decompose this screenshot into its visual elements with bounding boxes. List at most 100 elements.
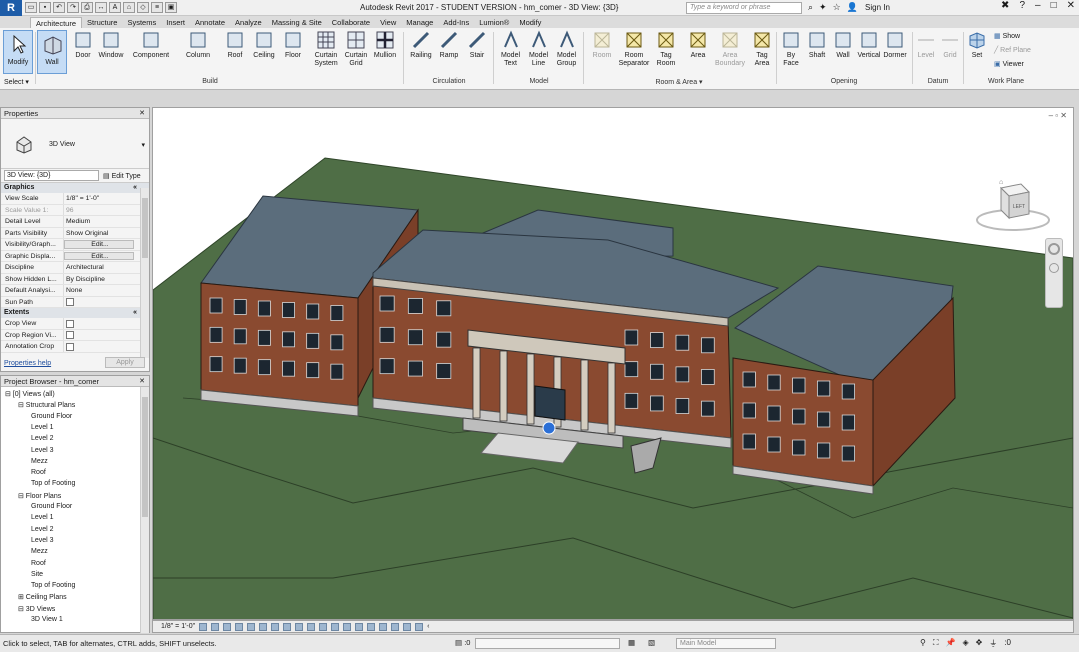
filter-icon[interactable]: ⏚ [989,638,997,649]
area-button[interactable]: Area [682,30,714,76]
tab-insert[interactable]: Insert [161,17,190,28]
maximize-icon[interactable]: □ [1051,0,1057,11]
close-icon[interactable]: ✕ [139,376,145,387]
exploded-view-icon[interactable] [415,622,424,631]
modify-button[interactable]: Modify [3,30,33,74]
sun-path-icon[interactable] [223,622,232,631]
navigation-bar[interactable] [1045,238,1063,308]
analytical-model-icon[interactable] [331,622,340,631]
tree-item[interactable]: ⊟ Structural Plans [18,401,75,409]
tree-item[interactable]: 3D View 1 [31,616,63,623]
temporary-hide-icon[interactable] [295,622,304,631]
close-hidden-icon[interactable]: ▣ [165,2,177,13]
area-boundary-button[interactable]: Area Boundary [714,30,746,76]
select-pinned-icon[interactable]: 📌 [945,638,955,649]
edit-type-button[interactable]: ▤ Edit Type [103,172,141,180]
apply-button[interactable]: Apply [105,357,145,368]
3d-viewport[interactable]: – ▫ ✕ LEFT ⌂ [152,107,1074,620]
view-scale[interactable]: 1/8" = 1'-0" [161,623,195,630]
crop-view-icon[interactable] [259,622,268,631]
tree-item[interactable]: Ground Floor [31,413,72,420]
model-group-button[interactable]: Model Group [553,30,580,76]
design-options-icon[interactable]: ▧ [648,638,655,647]
model-text-button[interactable]: Model Text [497,30,524,76]
tree-item[interactable]: Level 3 [31,537,54,544]
tab-systems[interactable]: Systems [122,17,161,28]
tab-view[interactable]: View [375,17,401,28]
design-option-dropdown[interactable]: Main Model [676,638,776,649]
edit-button[interactable]: Edit... [64,240,134,249]
edit-button[interactable]: Edit... [64,251,134,260]
show-crop-icon[interactable] [271,622,280,631]
dormer-opening-button[interactable]: Dormer [882,30,908,76]
section-extents[interactable]: Extents « [1,308,149,318]
viewcube[interactable]: LEFT ⌂ [973,178,1053,238]
tab-structure[interactable]: Structure [82,17,122,28]
expand-arrow-icon[interactable]: ‹ [427,623,429,630]
thin-lines-icon[interactable]: ≡ [151,2,163,13]
stair-button[interactable]: Stair [464,30,490,76]
select-by-face-icon[interactable]: ◈ [962,638,968,649]
shaft-opening-button[interactable]: Shaft [804,30,830,76]
tree-item[interactable]: ⊟ 3D Views [18,605,55,613]
open-icon[interactable]: ▭ [25,2,37,13]
show-button[interactable]: ▦ Show [994,32,1020,40]
save-icon[interactable]: ▪ [39,2,51,13]
survey-point-icon[interactable] [542,421,556,435]
active-workset-dropdown[interactable] [475,638,620,649]
help-icon[interactable]: ? [1019,0,1025,11]
close-icon[interactable]: ✕ [139,108,145,119]
render-icon[interactable] [247,622,256,631]
property-value[interactable]: By Discipline [64,274,134,285]
level-button[interactable]: Level [914,30,938,76]
drag-elements-icon[interactable]: ✥ [976,638,983,649]
column-button[interactable]: Column [180,30,216,76]
subscription-icon[interactable]: ✦ [819,2,827,13]
property-value[interactable]: Show Original [64,228,134,239]
tab-add-ins[interactable]: Add-Ins [438,17,474,28]
tree-item[interactable]: Top of Footing [31,480,75,487]
text-icon[interactable]: A [109,2,121,13]
binoculars-icon[interactable]: ⌕ [808,2,813,13]
hide-analytical-icon[interactable] [379,622,388,631]
visual-style-icon[interactable] [211,622,220,631]
worksets-icon[interactable]: ▤ [455,638,462,647]
user-icon[interactable]: 👤 [847,2,858,13]
tree-item[interactable]: Mezz [31,458,48,465]
tab-manage[interactable]: Manage [401,17,438,28]
browser-scrollbar[interactable] [140,387,149,633]
tree-item[interactable]: ⊟ Floor Plans [18,492,61,500]
search-input[interactable]: Type a keyword or phrase [686,2,802,14]
tab-analyze[interactable]: Analyze [230,17,267,28]
ceiling-button[interactable]: Ceiling [250,30,278,76]
tab-annotate[interactable]: Annotate [190,17,230,28]
redo-icon[interactable]: ↷ [67,2,79,13]
editable-only-icon[interactable]: ▦ [628,638,635,647]
properties-help-link[interactable]: Properties help [4,360,51,367]
property-value[interactable]: 1/8" = 1'-0" [64,193,134,204]
tree-item[interactable]: Roof [31,560,46,567]
window-button[interactable]: Window [96,30,126,76]
tree-item[interactable]: Ground Floor [31,503,72,510]
tree-item[interactable]: Roof [31,469,46,476]
property-checkbox[interactable] [66,331,74,339]
select-underlay-icon[interactable]: ⛶ [933,638,939,649]
tab-modify[interactable]: Modify [514,17,546,28]
floor-button[interactable]: Floor [280,30,306,76]
worksharing-display-icon[interactable] [319,622,328,631]
ramp-button[interactable]: Ramp [436,30,462,76]
revit-logo[interactable]: R [0,0,22,16]
tree-item[interactable]: Level 2 [31,526,54,533]
navigation-icon[interactable] [403,622,412,631]
zoom-icon[interactable] [1049,263,1059,273]
by-face-opening-button[interactable]: By Face [778,30,804,76]
close-icon[interactable]: ✕ [1067,0,1075,11]
tree-item[interactable]: ⊟ [0] Views (all) [5,390,55,398]
tree-item[interactable]: Top of Footing [31,582,75,589]
minimize-icon[interactable]: – [1035,0,1041,11]
wall-button[interactable]: Wall [37,30,67,74]
home-icon[interactable]: ⌂ [999,179,1003,186]
instance-filter-dropdown[interactable]: 3D View: {3D} [4,170,99,181]
tag-room-button[interactable]: Tag Room [650,30,682,76]
lock-3d-view-icon[interactable] [283,622,292,631]
